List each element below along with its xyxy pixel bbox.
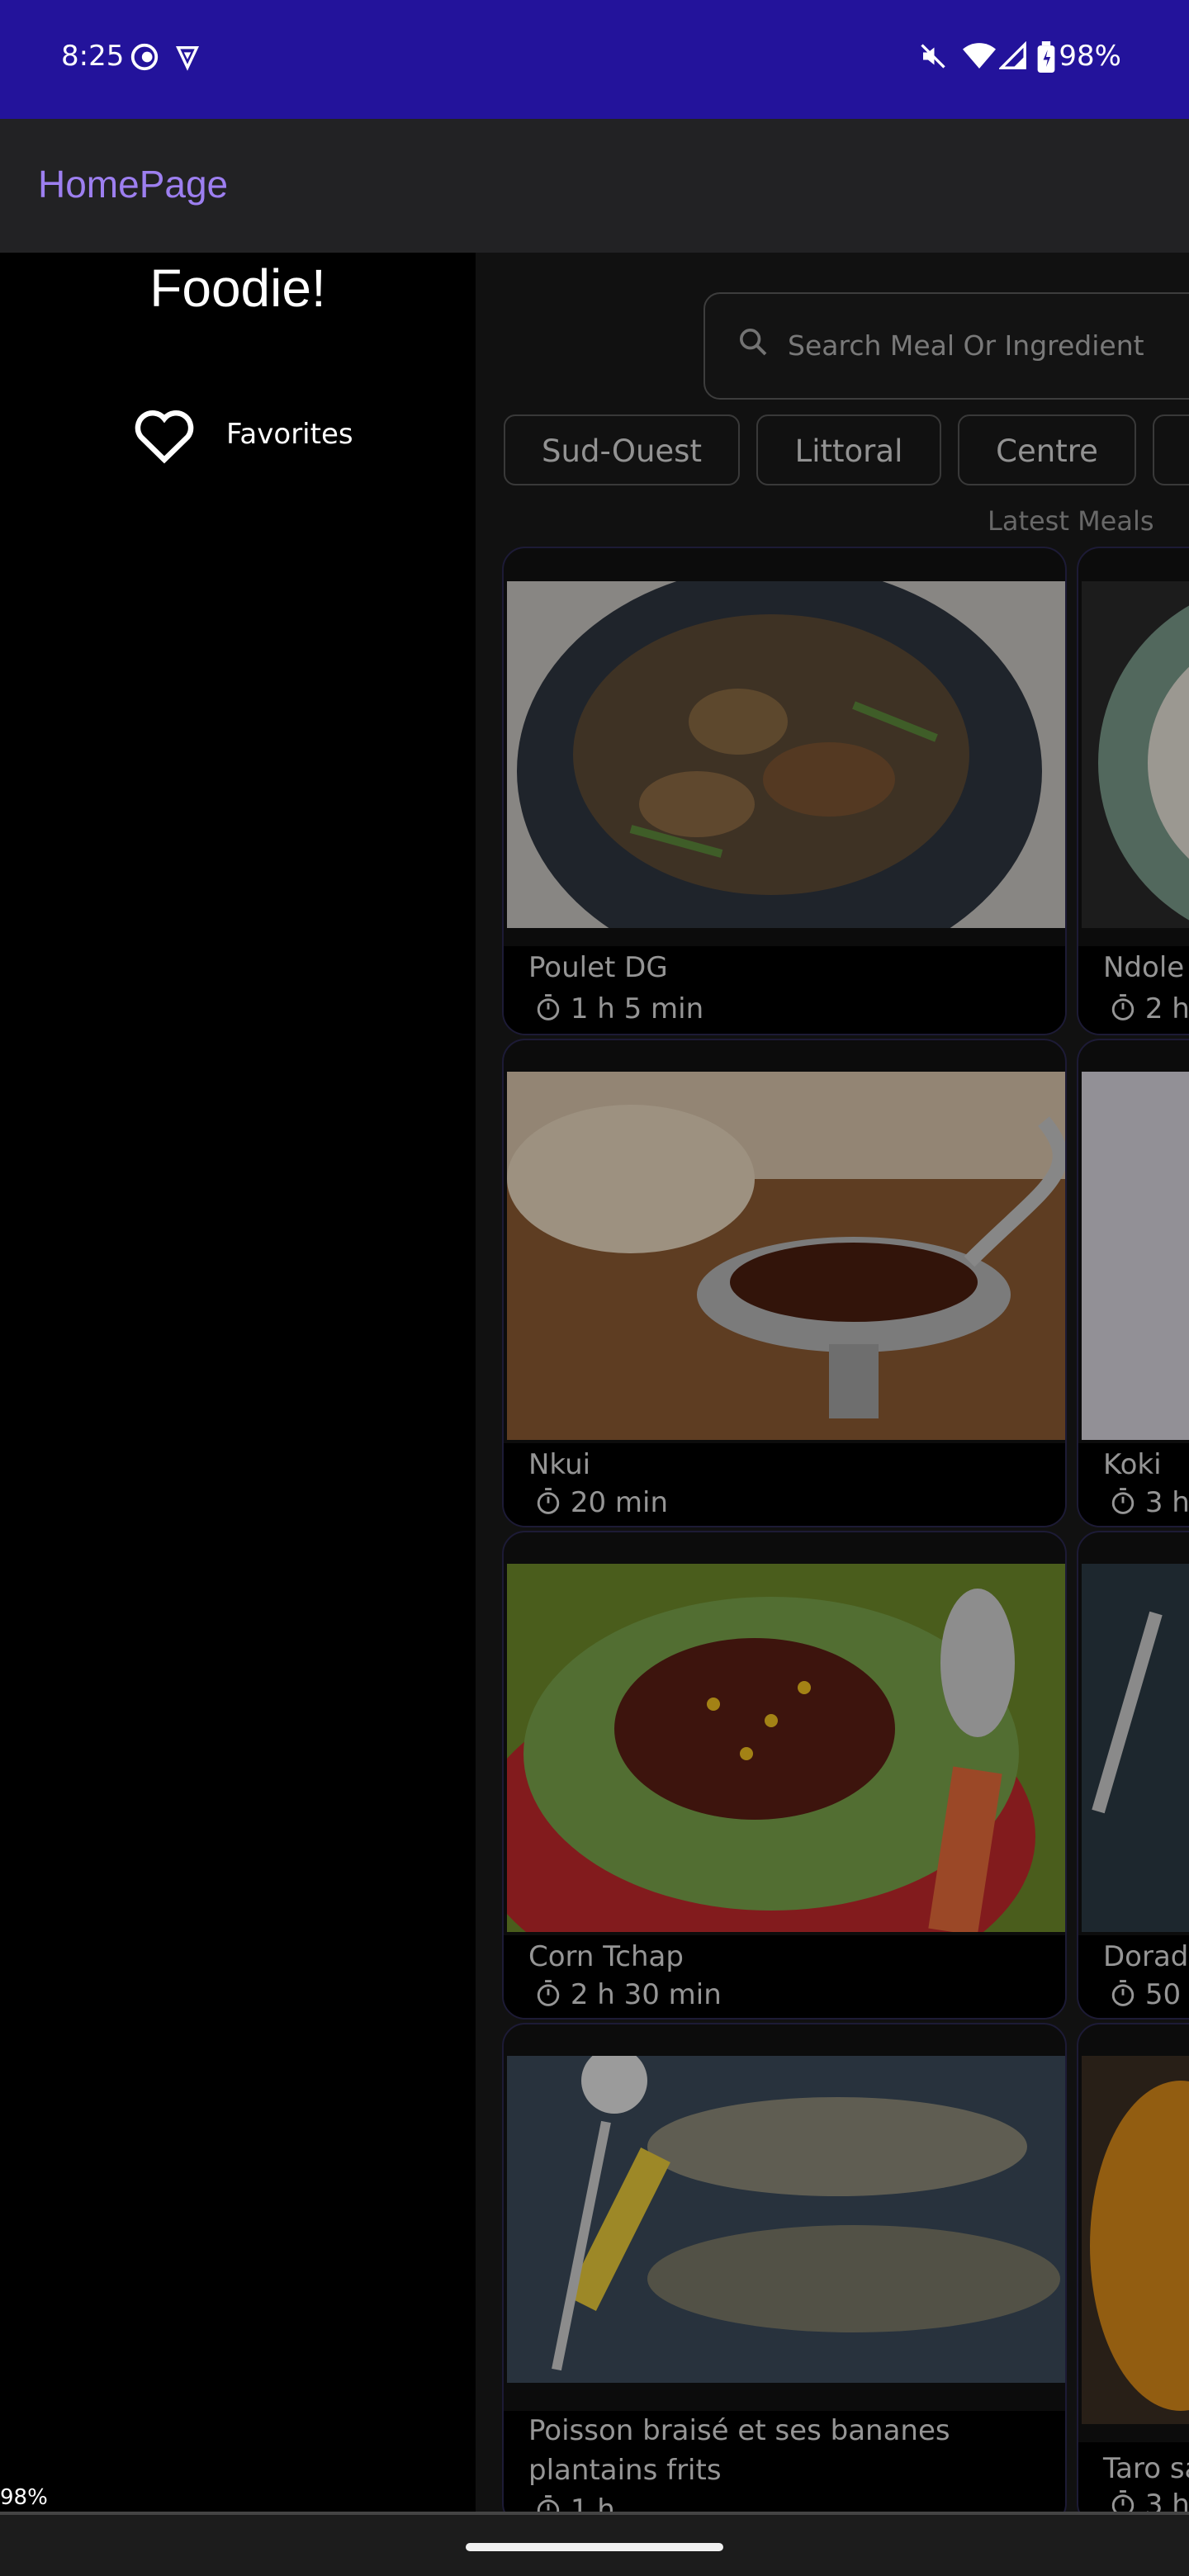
status-time: 8:25 xyxy=(61,40,125,73)
scrim[interactable] xyxy=(476,253,1189,2513)
navigation-drawer: Foodie! Favorites xyxy=(0,253,476,2513)
gesture-handle[interactable] xyxy=(466,2543,723,2551)
cloud-sync-icon xyxy=(129,41,160,76)
signal-icon xyxy=(997,40,1027,74)
progress-percent: 98% xyxy=(0,2485,48,2510)
drawer-item-label: Favorites xyxy=(226,418,353,451)
mute-icon xyxy=(918,41,948,74)
vpn-shield-icon xyxy=(173,41,201,76)
drawer-item-favorites[interactable]: Favorites xyxy=(132,401,380,467)
battery-percent: 98% xyxy=(1059,40,1121,73)
battery-icon xyxy=(1037,41,1055,76)
status-bar: 8:25 98% xyxy=(0,0,1189,119)
heart-icon xyxy=(132,405,197,467)
app-bar: HomePage xyxy=(0,119,1189,253)
wifi-icon xyxy=(963,41,996,74)
drawer-title: Foodie! xyxy=(149,258,326,318)
gesture-nav-area xyxy=(0,2515,1189,2576)
page-title: HomePage xyxy=(38,163,229,206)
main-content: Search Meal Or Ingredient Sud-Ouest Litt… xyxy=(476,253,1189,2513)
